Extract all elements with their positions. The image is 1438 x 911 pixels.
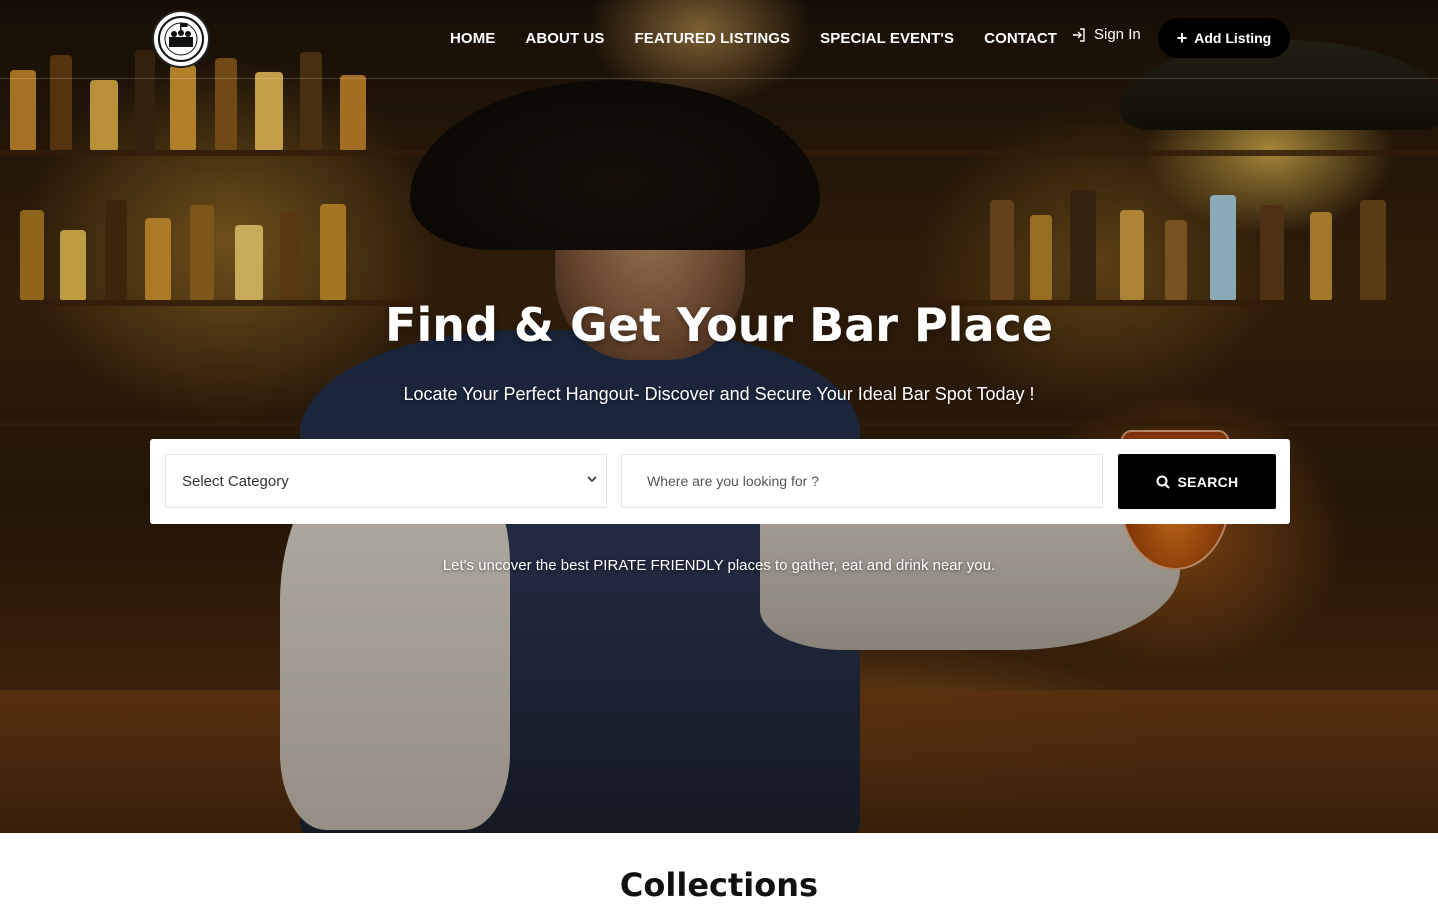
nav-about-us[interactable]: ABOUT US [525, 30, 604, 47]
category-select-value: Select Category [182, 472, 289, 490]
search-panel: Select Category SEARCH [150, 439, 1290, 524]
nav-special-events[interactable]: SPECIAL EVENT'S [820, 30, 954, 47]
nav-contact[interactable]: CONTACT [984, 30, 1057, 47]
chevron-down-icon [587, 476, 597, 483]
hero-overlay [0, 0, 1438, 833]
sign-in-label: Sign In [1094, 26, 1141, 43]
add-listing-button[interactable]: + Add Listing [1158, 18, 1290, 58]
pirate-logo-icon [158, 16, 204, 62]
hero-background [0, 0, 1438, 833]
add-listing-label: Add Listing [1194, 30, 1272, 46]
category-select[interactable]: Select Category [165, 454, 607, 508]
nav-featured-listings[interactable]: FEATURED LISTINGS [635, 30, 791, 47]
search-button-label: SEARCH [1177, 473, 1239, 490]
site-logo[interactable] [152, 10, 210, 68]
plus-icon: + [1176, 28, 1188, 48]
search-button[interactable]: SEARCH [1118, 454, 1276, 509]
hero-tagline: Let's uncover the best PIRATE FRIENDLY p… [442, 557, 996, 574]
main-nav: HOME ABOUT US FEATURED LISTINGS SPECIAL … [450, 0, 1087, 76]
hero-title: Find & Get Your Bar Place [385, 298, 1053, 352]
location-input[interactable] [621, 454, 1103, 508]
hero-subtitle: Locate Your Perfect Hangout- Discover an… [403, 384, 1035, 404]
sign-in-link[interactable]: Sign In [1071, 26, 1141, 43]
collections-heading: Collections [619, 866, 819, 904]
sign-in-icon [1073, 27, 1085, 42]
search-icon [1156, 475, 1170, 489]
site-header: HOME ABOUT US FEATURED LISTINGS SPECIAL … [0, 0, 1438, 79]
nav-home[interactable]: HOME [450, 30, 495, 47]
